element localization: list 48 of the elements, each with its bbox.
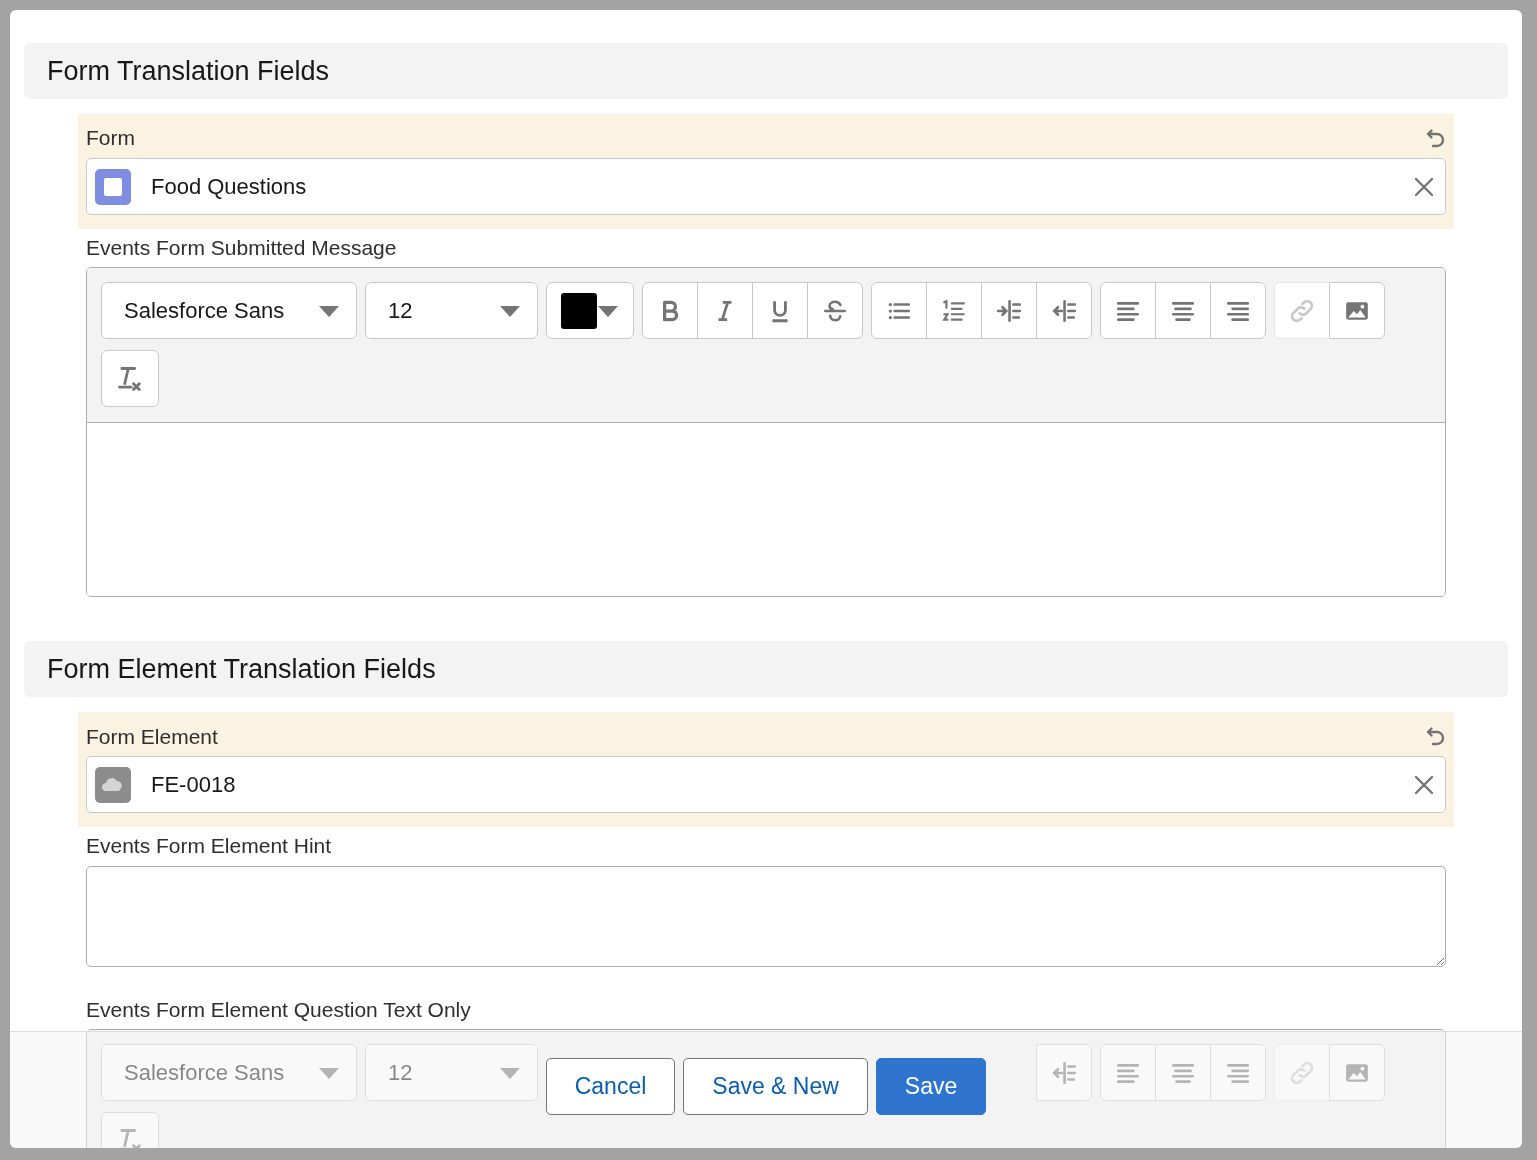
numbered-list-icon	[941, 297, 967, 324]
underline-button[interactable]	[752, 282, 808, 340]
color-swatch-icon	[561, 292, 597, 329]
font-dropdown[interactable]: Salesforce Sans	[101, 282, 357, 340]
lookup-field[interactable]: Food Questions	[86, 158, 1446, 215]
cloud-record-icon	[95, 766, 131, 803]
caret-icon	[499, 303, 521, 318]
indent-icon	[996, 297, 1022, 324]
caret-icon	[499, 1065, 521, 1080]
italic-button[interactable]	[697, 282, 753, 340]
section-title: Form Element Translation Fields	[47, 653, 436, 686]
caret-icon	[318, 1065, 340, 1080]
indent-button[interactable]	[981, 282, 1037, 340]
close-icon	[1413, 773, 1435, 796]
clear-button[interactable]	[1413, 175, 1435, 198]
font-dropdown[interactable]: Salesforce Sans	[101, 1044, 357, 1102]
field-label: Events Form Element Hint	[86, 833, 333, 860]
field-label: Events Form Submitted Message	[86, 235, 398, 261]
caret-icon	[597, 303, 619, 318]
bold-button[interactable]	[642, 282, 698, 340]
outdent-icon	[1051, 1059, 1077, 1086]
align-center-button[interactable]	[1155, 282, 1211, 340]
section-title: Form Translation Fields	[47, 54, 330, 88]
align-right-button[interactable]	[1210, 282, 1266, 340]
field-label: Events Form Element Question Text Only	[86, 996, 472, 1023]
form-record-icon	[95, 168, 131, 205]
close-icon	[1413, 175, 1435, 198]
caret-icon	[318, 303, 340, 318]
font-size-dropdown[interactable]: 12	[365, 1044, 538, 1102]
align-left-button[interactable]	[1100, 282, 1156, 340]
clear-button[interactable]	[1413, 773, 1435, 796]
numbers-button[interactable]	[926, 282, 982, 340]
font-size-dropdown[interactable]: 12	[365, 282, 538, 340]
outdent-icon	[1051, 297, 1077, 324]
image-button[interactable]	[1329, 282, 1385, 340]
clear-formatting-button[interactable]	[101, 350, 159, 408]
bullets-button[interactable]	[871, 282, 927, 340]
field-label: Form	[86, 125, 135, 152]
outdent-button[interactable]	[1036, 282, 1092, 340]
clear-formatting-icon	[116, 364, 144, 393]
text-area-field[interactable]	[86, 865, 1446, 967]
field-label: Form Element	[86, 723, 218, 750]
footer-button[interactable]: Save & New	[683, 1057, 868, 1115]
strike-button[interactable]	[807, 282, 863, 340]
text-color-dropdown[interactable]	[546, 282, 634, 340]
footer-button[interactable]: Cancel	[545, 1057, 676, 1115]
footer-button[interactable]: Save	[875, 1057, 987, 1115]
lookup-field[interactable]: FE-0018	[86, 756, 1446, 814]
